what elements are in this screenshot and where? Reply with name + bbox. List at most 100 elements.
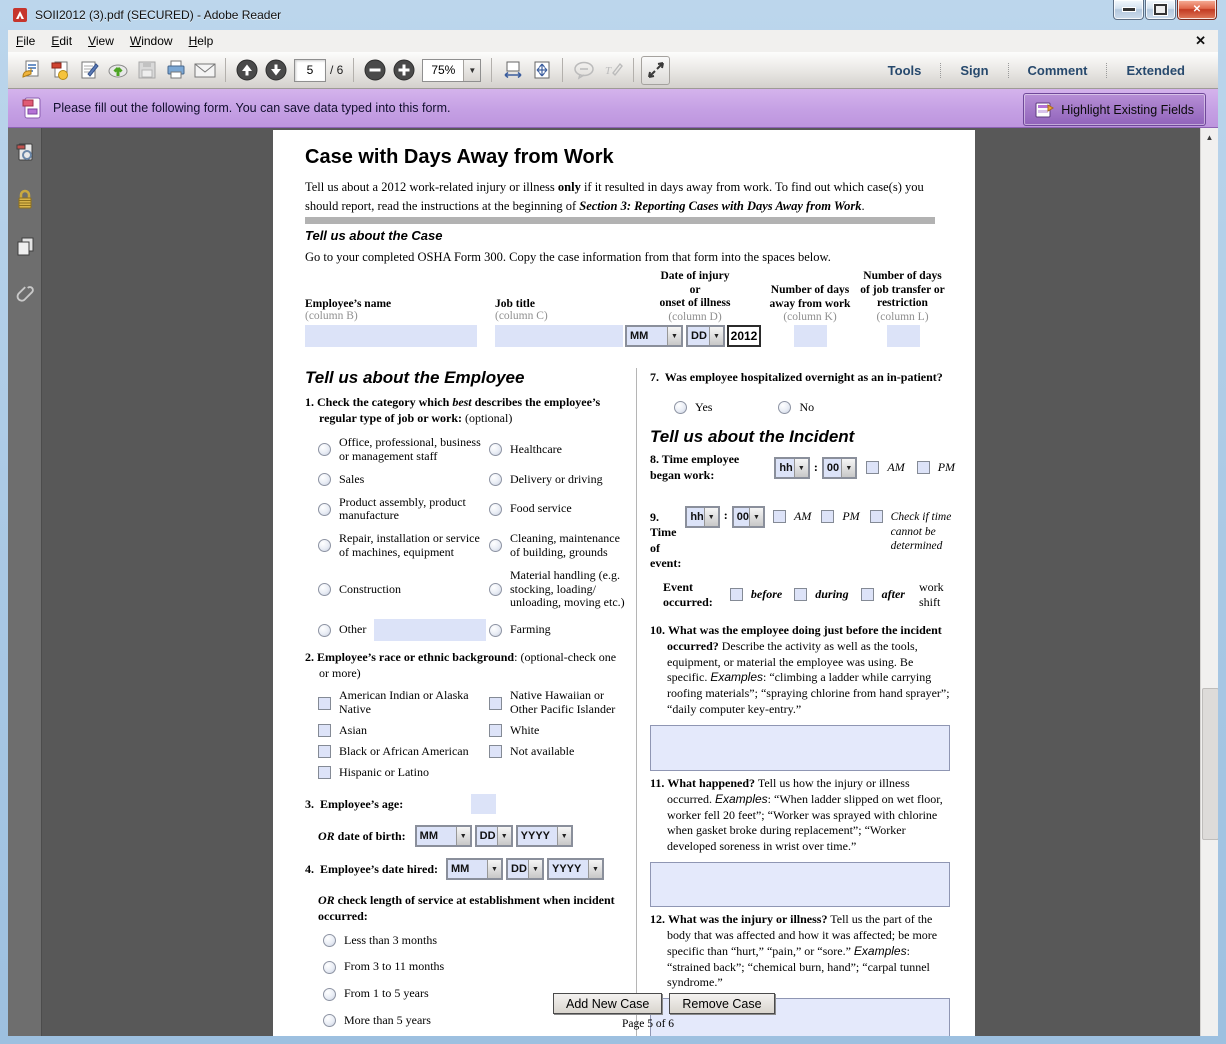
radio-button[interactable] <box>318 473 331 486</box>
radio-option[interactable]: Material handling (e.g. stocking, loadin… <box>489 569 626 610</box>
other-category-field[interactable] <box>374 619 486 641</box>
checkbox[interactable] <box>773 510 786 523</box>
menu-view[interactable]: View <box>80 32 122 50</box>
began-minute-select[interactable]: 00▼ <box>822 457 858 479</box>
chevron-down-icon[interactable]: ▼ <box>841 459 855 477</box>
fullscreen-button[interactable] <box>641 56 670 85</box>
checkbox[interactable] <box>318 745 331 758</box>
chevron-down-icon[interactable]: ▼ <box>497 827 511 845</box>
previous-page-button[interactable] <box>233 57 260 84</box>
scroll-up-icon[interactable]: ▲ <box>1201 130 1218 145</box>
radio-option[interactable]: Less than 3 months <box>323 934 626 948</box>
menu-help[interactable]: Help <box>181 32 222 50</box>
checkbox[interactable] <box>730 588 743 601</box>
days-away-field[interactable] <box>794 325 827 347</box>
radio-option[interactable]: From 3 to 11 months <box>323 960 626 974</box>
scrollbar-thumb[interactable] <box>1202 688 1218 840</box>
add-new-case-button[interactable]: Add New Case <box>553 993 662 1014</box>
checkbox[interactable] <box>318 724 331 737</box>
checkbox-during[interactable]: during <box>794 588 848 602</box>
email-button[interactable] <box>191 57 218 84</box>
radio-option-other[interactable]: Other <box>318 619 489 641</box>
checkbox-before[interactable]: before <box>730 588 782 602</box>
pages-icon[interactable] <box>15 236 35 258</box>
checkbox-after[interactable]: after <box>861 588 905 602</box>
checkbox[interactable] <box>489 724 502 737</box>
checkbox[interactable] <box>318 697 331 710</box>
radio-option[interactable]: Office, professional, business or manage… <box>318 436 489 464</box>
injury-month-select[interactable]: MM▼ <box>625 325 683 347</box>
checkbox[interactable] <box>318 766 331 779</box>
vertical-scrollbar[interactable]: ▲ <box>1200 128 1218 1036</box>
checkbox[interactable] <box>866 461 879 474</box>
chevron-down-icon[interactable]: ▼ <box>588 860 602 878</box>
chevron-down-icon[interactable]: ▼ <box>528 860 542 878</box>
hired-month-select[interactable]: MM▼ <box>446 858 503 880</box>
injury-day-select[interactable]: DD▼ <box>686 325 725 347</box>
menubar-close-icon[interactable]: ✕ <box>1195 33 1206 49</box>
attachments-paperclip-icon[interactable] <box>15 282 35 308</box>
chevron-down-icon[interactable]: ▼ <box>704 508 718 526</box>
birth-year-select[interactable]: YYYY▼ <box>516 825 573 847</box>
radio-option[interactable]: Food service <box>489 496 626 524</box>
radio-option[interactable]: Cleaning, maintenance of building, groun… <box>489 532 626 560</box>
checkbox-option[interactable]: Not available <box>489 745 626 759</box>
remove-case-button[interactable]: Remove Case <box>669 993 774 1014</box>
event-minute-select[interactable]: 00▼ <box>732 506 765 528</box>
sign-document-button[interactable] <box>75 57 102 84</box>
job-title-field[interactable] <box>495 325 623 347</box>
page-thumbnails-icon[interactable] <box>15 142 35 164</box>
menu-edit[interactable]: Edit <box>43 32 80 50</box>
radio-button[interactable] <box>318 583 331 596</box>
zoom-in-button[interactable] <box>390 57 417 84</box>
q10-answer-field[interactable] <box>650 725 950 771</box>
print-button[interactable] <box>162 57 189 84</box>
highlight-existing-fields-button[interactable]: Highlight Existing Fields <box>1023 93 1206 126</box>
chevron-down-icon[interactable]: ▼ <box>667 327 681 345</box>
radio-option[interactable]: Construction <box>318 569 489 610</box>
next-page-button[interactable] <box>262 57 289 84</box>
chevron-down-icon[interactable]: ▼ <box>749 508 763 526</box>
radio-option-yes[interactable]: Yes <box>674 401 712 415</box>
radio-button[interactable] <box>489 503 502 516</box>
radio-option-no[interactable]: No <box>778 401 814 415</box>
radio-button[interactable] <box>323 1014 336 1027</box>
employee-name-field[interactable] <box>305 325 477 347</box>
checkbox[interactable] <box>870 510 883 523</box>
checkbox-pm[interactable]: PM <box>821 510 859 524</box>
close-button[interactable]: ✕ <box>1177 0 1217 20</box>
chevron-down-icon[interactable]: ▼ <box>709 327 723 345</box>
checkbox-time-cannot-be-determined[interactable]: Check if time cannot be determined <box>870 510 957 555</box>
zoom-out-button[interactable] <box>361 57 388 84</box>
checkbox-am[interactable]: AM <box>866 461 904 475</box>
birth-month-select[interactable]: MM▼ <box>415 825 472 847</box>
radio-option[interactable]: Repair, installation or service of machi… <box>318 532 489 560</box>
checkbox-option[interactable]: Hispanic or Latino <box>318 766 489 780</box>
checkbox-pm[interactable]: PM <box>917 461 955 475</box>
zoom-level-select[interactable]: 75% ▼ <box>422 59 481 82</box>
radio-button[interactable] <box>674 401 687 414</box>
checkbox[interactable] <box>861 588 874 601</box>
radio-option[interactable]: Healthcare <box>489 436 626 464</box>
checkbox[interactable] <box>917 461 930 474</box>
menu-file[interactable]: File <box>8 32 43 50</box>
hired-day-select[interactable]: DD▼ <box>506 858 544 880</box>
restore-button[interactable] <box>1145 0 1176 20</box>
fit-page-button[interactable] <box>528 57 555 84</box>
chevron-down-icon[interactable]: ▼ <box>557 827 571 845</box>
open-file-button[interactable] <box>17 57 44 84</box>
radio-button[interactable] <box>323 934 336 947</box>
checkbox[interactable] <box>821 510 834 523</box>
radio-button[interactable] <box>489 583 502 596</box>
radio-button[interactable] <box>323 988 336 1001</box>
checkbox-am[interactable]: AM <box>773 510 811 524</box>
radio-button[interactable] <box>489 473 502 486</box>
checkbox-option[interactable]: White <box>489 724 626 738</box>
menu-window[interactable]: Window <box>122 32 181 50</box>
checkbox-option[interactable]: Asian <box>318 724 489 738</box>
q11-answer-field[interactable] <box>650 862 950 907</box>
page-number-input[interactable] <box>294 59 326 82</box>
tab-tools[interactable]: Tools <box>869 63 941 78</box>
checkbox-option[interactable]: American Indian or Alaska Native <box>318 689 489 717</box>
checkbox-option[interactable]: Black or African American <box>318 745 489 759</box>
